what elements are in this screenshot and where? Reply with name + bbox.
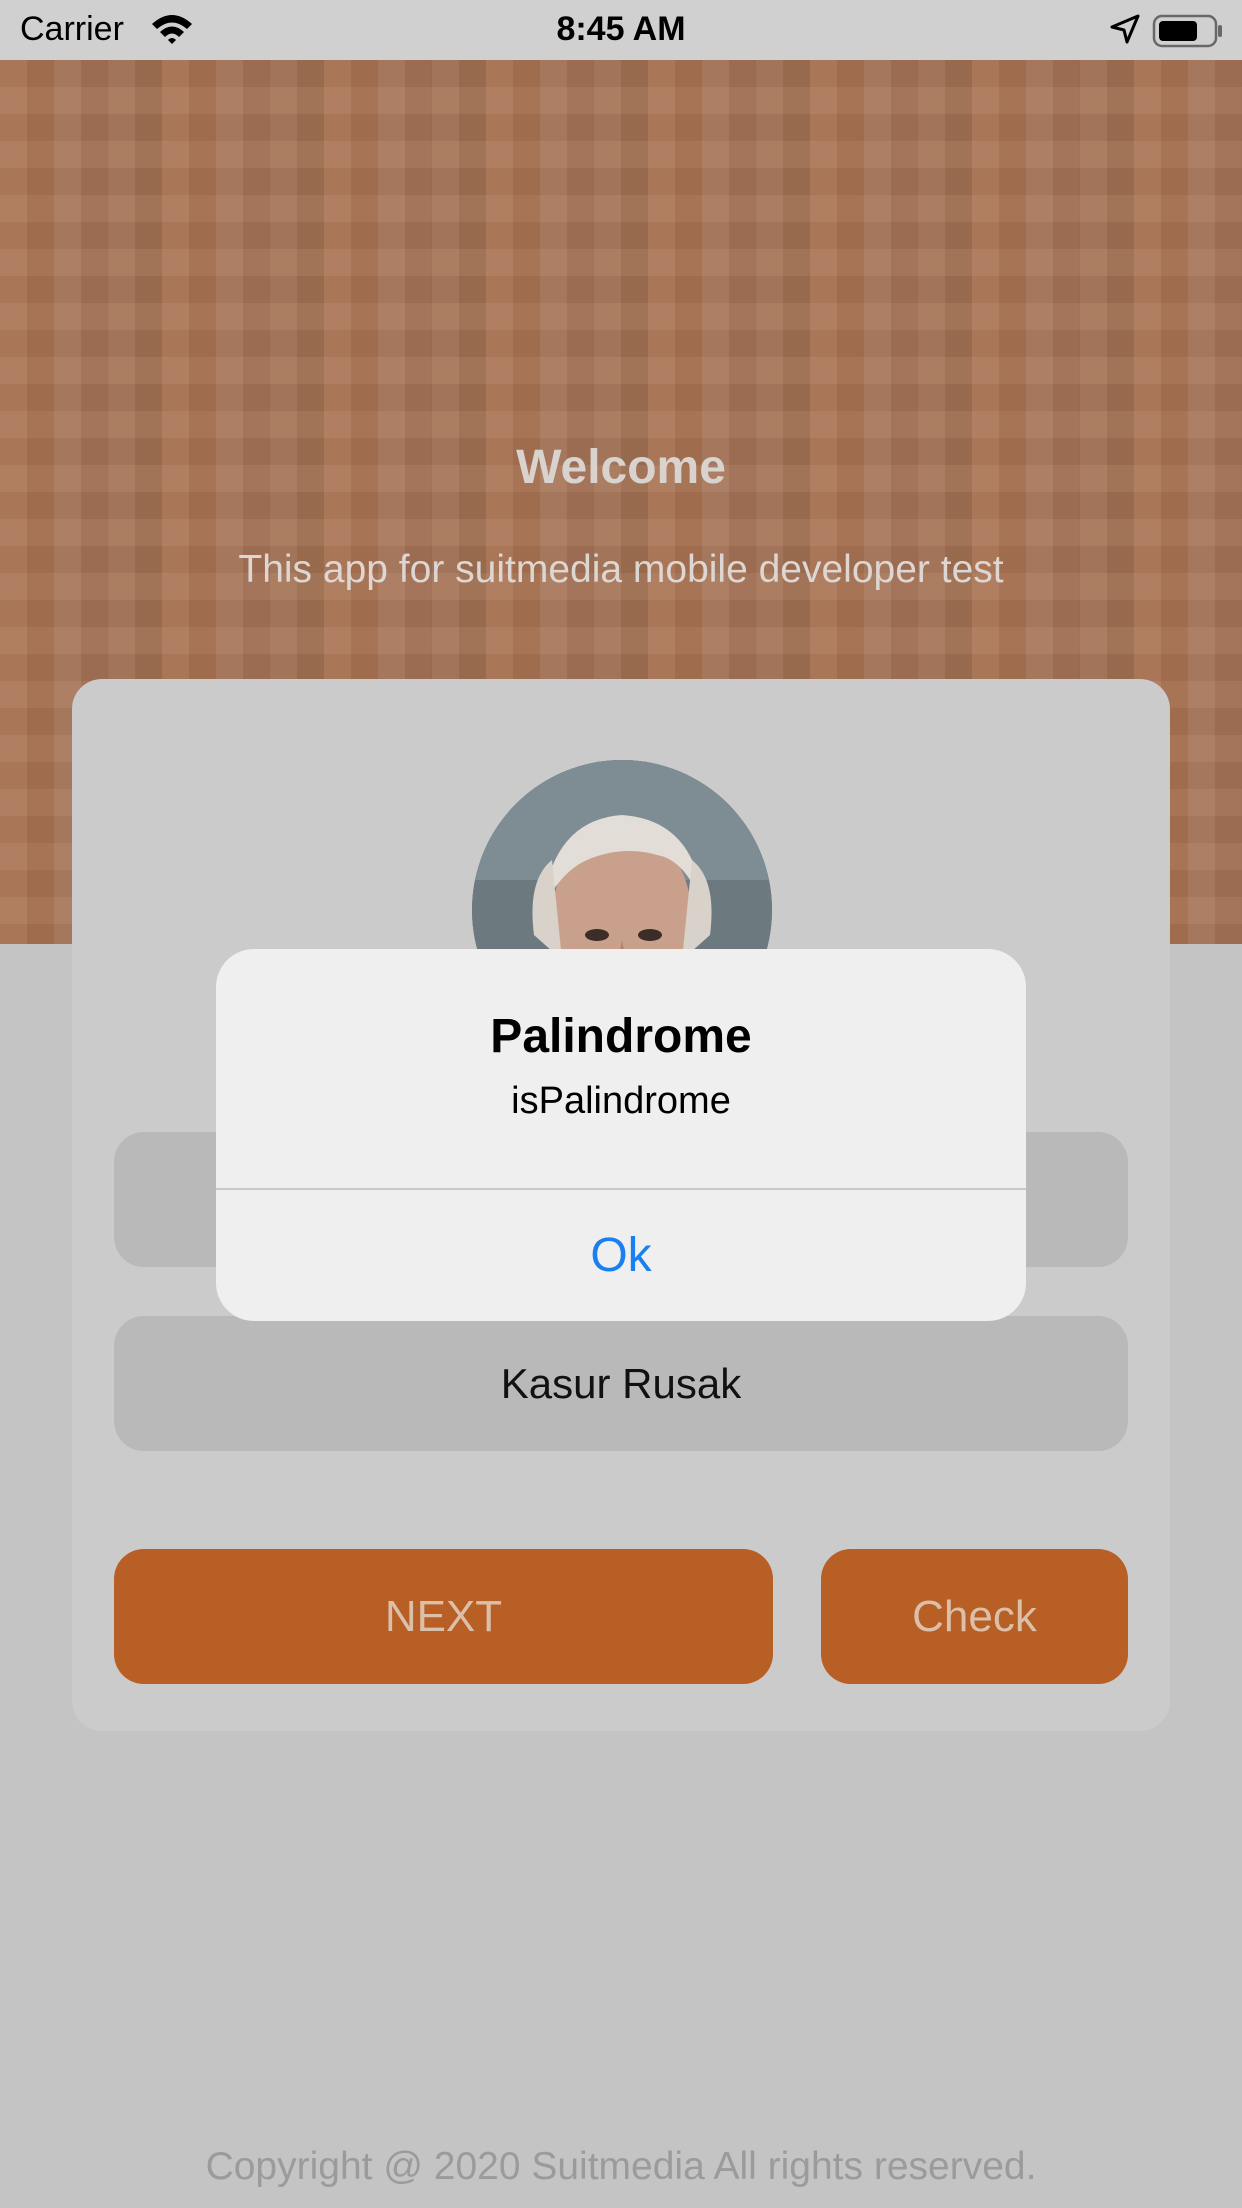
welcome-title: Welcome xyxy=(516,441,726,494)
copyright-text: Copyright @ 2020 Suitmedia All rights re… xyxy=(205,2145,1037,2188)
clock: 8:45 AM xyxy=(556,10,686,48)
alert-ok-button[interactable]: Ok xyxy=(216,1190,1026,1321)
alert-message: isPalindrome xyxy=(511,1080,731,1122)
status-bar: Carrier 8:45 AM xyxy=(0,0,1242,60)
next-button[interactable]: NEXT xyxy=(114,1549,773,1684)
palindrome-alert: Palindrome isPalindrome Ok xyxy=(216,949,1026,1321)
welcome-subtitle: This app for suitmedia mobile developer … xyxy=(238,548,1004,591)
palindrome-input[interactable]: Kasur Rusak xyxy=(114,1316,1128,1451)
location-arrow-icon xyxy=(1110,14,1140,49)
alert-title: Palindrome xyxy=(490,1010,752,1063)
check-button[interactable]: Check xyxy=(821,1549,1128,1684)
battery-icon xyxy=(1152,14,1224,53)
